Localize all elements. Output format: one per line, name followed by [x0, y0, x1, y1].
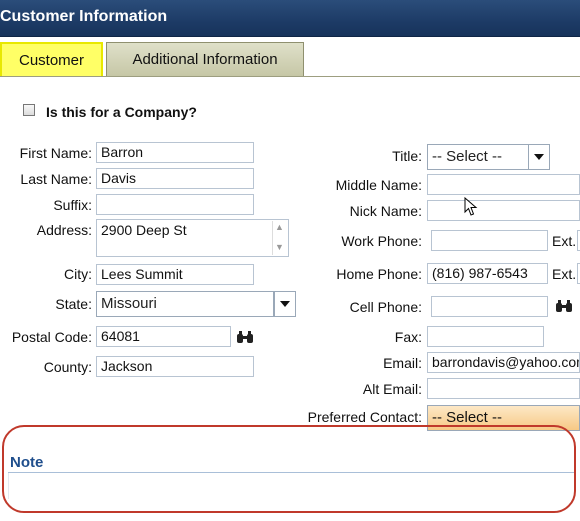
- tabs-divider: [0, 76, 580, 77]
- address-label: Address:: [36, 222, 92, 238]
- state-select[interactable]: Missouri: [96, 291, 274, 317]
- cell-phone-label: Cell Phone:: [349, 299, 422, 315]
- title-label: Title:: [392, 148, 422, 164]
- postal-code-label: Postal Code:: [11, 329, 92, 345]
- home-phone-ext-label: Ext.: [552, 266, 577, 282]
- address-textarea[interactable]: 2900 Deep St: [96, 219, 289, 257]
- fax-field[interactable]: [427, 326, 544, 347]
- work-phone-ext-label: Ext.: [552, 233, 577, 249]
- middle-name-field[interactable]: [427, 174, 580, 195]
- note-highlight-oval: [2, 425, 576, 513]
- state-label: State:: [55, 296, 92, 312]
- home-phone-label: Home Phone:: [336, 266, 422, 282]
- chevron-down-icon: [280, 301, 290, 307]
- email-field[interactable]: barrondavis@yahoo.com: [427, 352, 580, 373]
- first-name-label: First Name:: [19, 145, 92, 161]
- state-dropdown-button[interactable]: [274, 291, 296, 317]
- postal-code-field[interactable]: 64081: [96, 326, 231, 347]
- work-phone-label: Work Phone:: [341, 233, 422, 249]
- alt-email-label: Alt Email:: [362, 381, 422, 397]
- window-title: Customer Information: [0, 8, 168, 25]
- cell-phone-field[interactable]: [431, 296, 548, 317]
- nick-name-field[interactable]: [427, 200, 580, 221]
- city-field[interactable]: Lees Summit: [96, 264, 254, 285]
- title-dropdown-button[interactable]: [528, 144, 550, 170]
- middle-name-label: Middle Name:: [335, 177, 422, 193]
- tab-customer-label: Customer: [18, 52, 85, 69]
- company-checkbox-label: Is this for a Company?: [46, 104, 197, 120]
- binoculars-icon[interactable]: [236, 330, 254, 344]
- email-label: Email:: [383, 355, 422, 371]
- alt-email-field[interactable]: [427, 378, 580, 399]
- nick-name-label: Nick Name:: [349, 203, 422, 219]
- fax-label: Fax:: [394, 329, 422, 345]
- home-phone-field[interactable]: (816) 987-6543: [427, 263, 548, 284]
- preferred-contact-label: Preferred Contact:: [307, 409, 422, 425]
- tab-customer[interactable]: Customer: [0, 42, 103, 77]
- first-name-field[interactable]: Barron: [96, 142, 254, 163]
- title-select[interactable]: -- Select --: [427, 144, 529, 170]
- tab-additional-information[interactable]: Additional Information: [106, 42, 304, 77]
- last-name-field[interactable]: Davis: [96, 168, 254, 189]
- city-label: City:: [64, 266, 92, 282]
- binoculars-icon[interactable]: [555, 299, 573, 313]
- suffix-label: Suffix:: [53, 197, 92, 213]
- chevron-down-icon: [534, 154, 544, 160]
- tab-additional-information-label: Additional Information: [132, 51, 278, 68]
- address-value: 2900 Deep St: [101, 222, 187, 238]
- company-checkbox[interactable]: [23, 104, 35, 116]
- mouse-cursor-icon: [464, 197, 478, 216]
- suffix-field[interactable]: [96, 194, 254, 215]
- scroll-up-icon[interactable]: ▲: [273, 221, 286, 233]
- county-label: County:: [43, 359, 92, 375]
- scroll-down-icon[interactable]: ▼: [273, 241, 286, 253]
- last-name-label: Last Name:: [20, 171, 92, 187]
- work-phone-field[interactable]: [431, 230, 548, 251]
- address-scrollbar[interactable]: ▲ ▼: [272, 221, 286, 255]
- county-field[interactable]: Jackson: [96, 356, 254, 377]
